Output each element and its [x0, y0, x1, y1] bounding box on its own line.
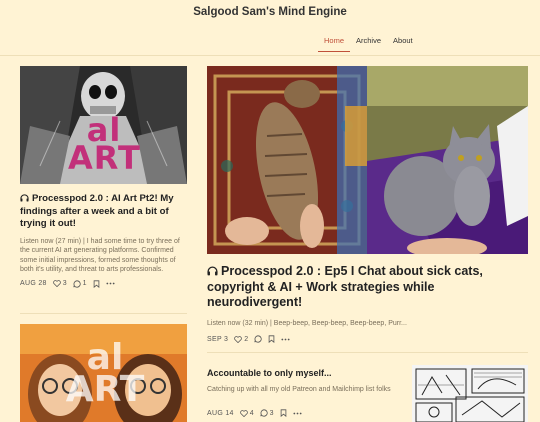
- like-count: 2: [244, 335, 249, 343]
- like-button[interactable]: 4: [239, 409, 254, 417]
- more-button[interactable]: [292, 412, 302, 415]
- heart-icon: [234, 335, 243, 343]
- bookmark-button[interactable]: [268, 335, 275, 343]
- post-meta: AUG 14 4 3: [207, 409, 302, 417]
- nav-archive[interactable]: Archive: [350, 36, 387, 52]
- bookmark-button[interactable]: [93, 279, 100, 288]
- headphones-icon: [20, 194, 29, 202]
- like-count: 4: [249, 409, 254, 417]
- post-title[interactable]: Accountable to only myself...: [207, 368, 332, 378]
- comment-count: 1: [82, 280, 87, 287]
- site-title[interactable]: Salgood Sam's Mind Engine: [0, 6, 540, 18]
- bookmark-icon: [268, 335, 275, 343]
- heart-icon: [239, 409, 248, 417]
- post-card-ai-art[interactable]: al ART Processpod 2.0 : AI Art Pt2! My f…: [20, 66, 187, 288]
- more-icon: [105, 282, 115, 285]
- post-snippet: Listen now (27 min) | I had some time to…: [20, 237, 180, 274]
- header-divider: [0, 55, 540, 56]
- card-divider: [207, 352, 528, 353]
- like-button[interactable]: 3: [52, 280, 67, 287]
- bookmark-button[interactable]: [280, 409, 287, 417]
- featured-post-image[interactable]: [207, 66, 528, 254]
- like-button[interactable]: 2: [234, 336, 248, 343]
- heart-icon: [52, 280, 61, 287]
- featured-post-title[interactable]: Processpod 2.0 : Ep5 I Chat about sick c…: [207, 264, 522, 311]
- featured-post-snippet: Listen now (32 min) | Beep-beep, Beep-be…: [207, 320, 407, 327]
- post-title-text: Processpod 2.0 : AI Art Pt2! My findings…: [20, 193, 174, 229]
- more-button[interactable]: [281, 338, 290, 341]
- headphones-icon: [207, 266, 218, 276]
- post-card-ai-art-2[interactable]: al ART: [20, 324, 187, 422]
- like-count: 3: [62, 280, 67, 287]
- post-thumbnail-sketch[interactable]: [412, 365, 528, 422]
- more-icon: [292, 412, 302, 414]
- post-thumbnail-ai-art[interactable]: al ART: [20, 66, 187, 184]
- featured-post-title-text: Processpod 2.0 : Ep5 I Chat about sick c…: [207, 264, 483, 309]
- thumbnail-art-text: al ART: [65, 337, 145, 410]
- post-date: SEP 3: [207, 335, 229, 343]
- card-divider: [20, 313, 187, 314]
- comment-count: 3: [269, 409, 274, 417]
- bookmark-icon: [93, 279, 99, 288]
- thumbnail-art-text: al ART: [68, 111, 141, 177]
- comment-button[interactable]: 1: [73, 279, 87, 288]
- nav-home[interactable]: Home: [318, 36, 351, 52]
- comment-button[interactable]: [254, 335, 262, 343]
- featured-post-meta: SEP 3 2: [207, 335, 290, 343]
- more-icon: [281, 338, 290, 340]
- post-snippet: Catching up with all my old Patreon and …: [207, 386, 391, 393]
- nav-about[interactable]: About: [387, 36, 419, 52]
- comment-icon: [254, 335, 262, 343]
- post-date: AUG 28: [20, 280, 47, 287]
- post-meta: AUG 28 3 1: [20, 279, 187, 288]
- comment-button[interactable]: 3: [260, 409, 274, 417]
- post-thumbnail-ai-art-2[interactable]: al ART: [20, 324, 187, 422]
- post-title[interactable]: Processpod 2.0 : AI Art Pt2! My findings…: [20, 193, 187, 231]
- comment-icon: [260, 409, 268, 417]
- post-date: AUG 14: [207, 409, 234, 417]
- comment-icon: [73, 279, 81, 288]
- bookmark-icon: [280, 409, 286, 417]
- more-button[interactable]: [105, 282, 115, 285]
- main-nav: Home Archive About: [318, 36, 419, 52]
